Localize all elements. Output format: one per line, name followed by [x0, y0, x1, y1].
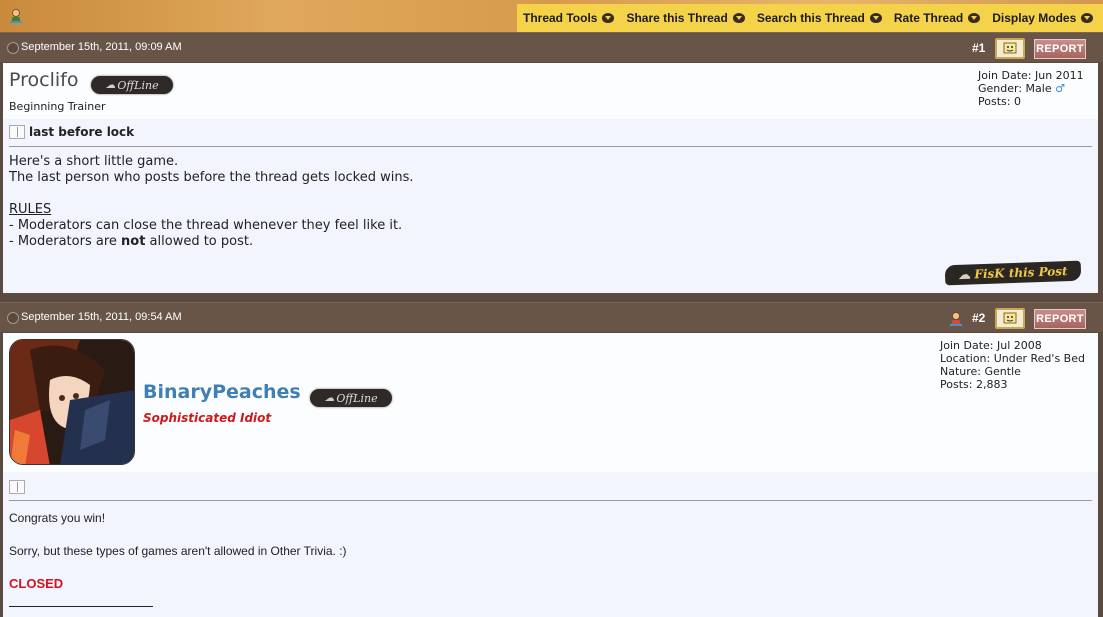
closed-label: CLOSED — [9, 576, 64, 591]
bold-text: not — [121, 234, 146, 249]
username-link[interactable]: Proclifo — [9, 69, 78, 91]
user-rank: Beginning Trainer — [9, 100, 106, 113]
rate-thread-menu[interactable]: Rate Thread — [893, 11, 981, 25]
rules-heading: RULES — [9, 202, 52, 217]
avatar-image — [10, 340, 134, 464]
post-number-link[interactable]: #1 — [972, 41, 985, 55]
location: Location: Under Red's Bed — [940, 352, 1085, 365]
join-date: Join Date: Jul 2008 — [940, 339, 1042, 352]
chevron-down-icon — [1081, 13, 1094, 23]
text-span: allowed to post. — [145, 234, 254, 249]
post-2: BinaryPeaches ☁ OffLine Sophisticated Id… — [3, 333, 1098, 617]
top-bar: Thread Tools Share this Thread Search th… — [0, 0, 1103, 32]
reputation-button[interactable] — [995, 38, 1025, 59]
user-info-area: BinaryPeaches ☁ OffLine Sophisticated Id… — [3, 333, 1098, 472]
status-label: OffLine — [117, 78, 159, 92]
smile-icon — [1003, 312, 1017, 323]
clock-icon — [7, 312, 19, 324]
post-header: September 15th, 2011, 09:54 AM #2 REPORT — [0, 302, 1103, 332]
post-number-link[interactable]: #2 — [972, 311, 985, 325]
chevron-down-icon — [732, 13, 745, 23]
chevron-down-icon — [602, 13, 615, 23]
user-rank: Sophisticated Idiot — [143, 411, 272, 425]
thread-tools-menu[interactable]: Thread Tools — [523, 11, 615, 25]
post-count: Posts: 0 — [978, 95, 1021, 108]
gender-row: Gender: Male ♂ — [978, 82, 1084, 95]
status-label: OffLine — [336, 391, 378, 405]
display-modes-menu[interactable]: Display Modes — [992, 11, 1094, 25]
body-line: - Moderators can close the thread whenev… — [9, 218, 403, 233]
post-body: Congrats you win! Sorry, but these types… — [9, 510, 347, 592]
clock-icon — [7, 42, 19, 54]
post-title: last before lock — [29, 125, 135, 139]
chevron-down-icon — [968, 13, 981, 23]
ghost-icon: ☁ — [324, 392, 335, 404]
search-thread-menu[interactable]: Search this Thread — [757, 11, 882, 25]
risk-label: FisK this Post — [974, 264, 1068, 282]
body-line: Sorry, but these types of games aren't a… — [9, 544, 347, 558]
username-link[interactable]: BinaryPeaches — [143, 381, 301, 403]
join-date: Join Date: Jun 2011 — [978, 69, 1084, 82]
report-button[interactable]: REPORT — [1034, 309, 1086, 329]
divider — [9, 500, 1092, 501]
search-thread-label: Search this Thread — [756, 11, 865, 25]
post-date: September 15th, 2011, 09:09 AM — [21, 41, 182, 53]
post-count: Posts: 2,883 — [940, 378, 1008, 391]
user-info-area: Proclifo ☁ OffLine Beginning Trainer Joi… — [3, 63, 1098, 119]
post-1: Proclifo ☁ OffLine Beginning Trainer Joi… — [3, 63, 1098, 293]
post-header: September 15th, 2011, 09:09 AM #1 REPORT — [0, 32, 1103, 62]
offline-status-badge: ☁ OffLine — [310, 389, 392, 407]
message-area: Congrats you win! Sorry, but these types… — [3, 472, 1098, 617]
post-date: September 15th, 2011, 09:54 AM — [21, 311, 182, 323]
report-button[interactable]: REPORT — [1034, 39, 1086, 59]
post-title-row — [9, 480, 25, 494]
user-icon[interactable] — [948, 311, 964, 327]
ghost-icon: ☁ — [958, 267, 971, 282]
post-icon — [9, 125, 25, 139]
user-stats: Join Date: Jun 2011 Gender: Male ♂ Posts… — [978, 69, 1084, 108]
smile-icon — [1003, 42, 1017, 53]
post-title-row: last before lock — [9, 125, 134, 139]
message-area: last before lock Here's a short little g… — [3, 119, 1098, 293]
body-line: - Moderators are not allowed to post. — [9, 234, 414, 250]
avatar[interactable] — [9, 339, 135, 465]
user-stats: Join Date: Jul 2008 Location: Under Red'… — [940, 339, 1085, 391]
share-thread-label: Share this Thread — [626, 11, 728, 25]
chevron-down-icon — [869, 13, 882, 23]
post-icon — [9, 480, 25, 494]
text-span: - Moderators are — [9, 234, 122, 249]
post-body: Here's a short little game. The last per… — [9, 154, 414, 250]
display-modes-label: Display Modes — [992, 11, 1077, 25]
rate-thread-label: Rate Thread — [893, 11, 964, 25]
share-thread-menu[interactable]: Share this Thread — [626, 11, 745, 25]
gender: Gender: Male — [978, 82, 1052, 95]
male-icon: ♂ — [1055, 82, 1065, 95]
thread-toolbar: Thread Tools Share this Thread Search th… — [517, 4, 1103, 32]
body-line: The last person who posts before the thr… — [9, 170, 414, 185]
user-home-icon[interactable] — [8, 8, 24, 24]
signature-divider — [9, 606, 153, 607]
nature: Nature: Gentle — [940, 365, 1021, 378]
divider — [9, 146, 1092, 147]
risk-post-button[interactable]: ☁ FisK this Post — [944, 260, 1082, 286]
reputation-button[interactable] — [995, 308, 1025, 329]
body-line: Congrats you win! — [9, 511, 106, 525]
offline-status-badge: ☁ OffLine — [91, 76, 173, 94]
thread-tools-label: Thread Tools — [523, 11, 598, 25]
body-line: Here's a short little game. — [9, 154, 179, 169]
ghost-icon: ☁ — [105, 79, 116, 91]
